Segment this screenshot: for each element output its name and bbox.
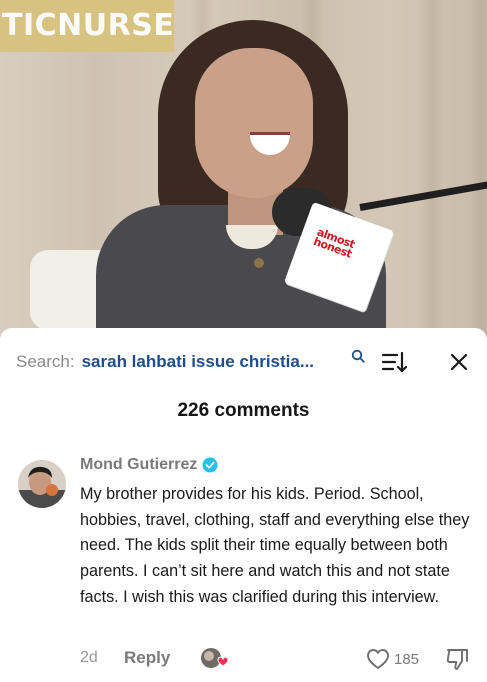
mic-flag-text: almost honest [311,225,357,261]
person-face [195,48,313,198]
comment-text: My brother provides for his kids. Period… [80,485,470,606]
comment-actions: 2d Reply 185 [80,646,475,672]
comments-sheet: Search: sarah lahbati issue christia... … [0,328,487,682]
liked-by-creator-icon [201,648,228,668]
close-icon[interactable] [448,351,470,373]
comment-header: Mond Gutierrez [80,456,218,474]
video-frame[interactable]: almost honest TICNURSE [0,0,487,338]
dislike-icon[interactable] [444,646,470,672]
search-bar[interactable]: Search: sarah lahbati issue christia... [16,347,471,377]
avatar[interactable] [18,460,66,508]
brand-overlay: TICNURSE [0,0,174,52]
reply-button[interactable]: Reply [124,648,170,668]
search-icon[interactable] [351,349,365,363]
search-query-link[interactable]: sarah lahbati issue christia... [82,352,314,372]
comment-timestamp: 2d [80,649,98,666]
curtain-fold [470,0,487,338]
username[interactable]: Mond Gutierrez [80,456,197,474]
heart-icon [367,649,389,669]
comments-count: 226 comments [177,400,310,421]
like-button[interactable]: 185 [366,646,419,672]
curtain-fold [420,0,444,338]
sort-icon[interactable] [381,349,407,375]
like-count: 185 [394,650,420,668]
search-label: Search: [16,352,75,371]
comment-item: Mond Gutierrez My brother provides for h… [0,452,487,682]
verified-badge-icon [202,457,218,473]
jacket-button [254,258,264,268]
avatar-image [18,460,66,508]
